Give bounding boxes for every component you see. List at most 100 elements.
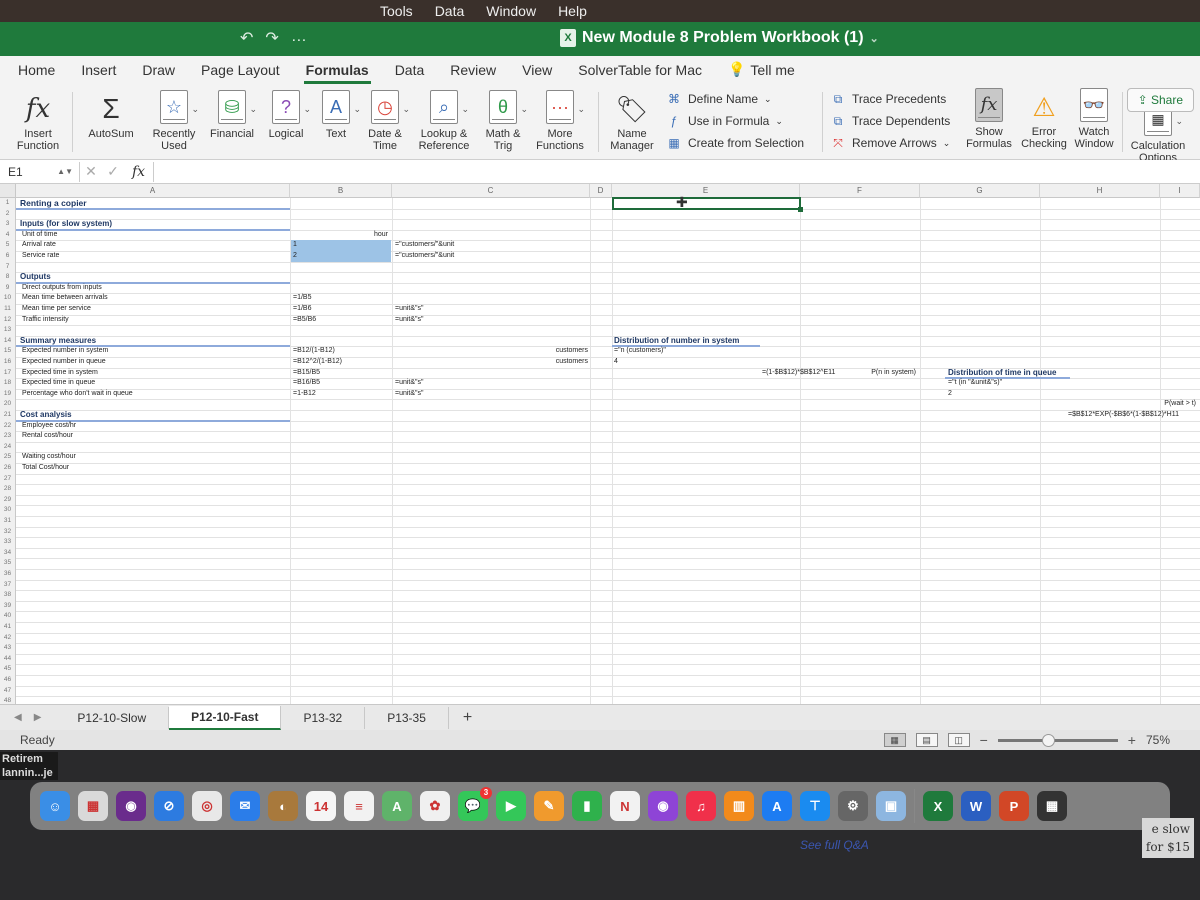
zoom-in-button[interactable]: + — [1128, 732, 1136, 748]
cell-b19[interactable]: =1-B12 — [293, 389, 316, 400]
menu-data[interactable]: Data — [435, 3, 465, 19]
fx-icon[interactable]: fx — [132, 164, 145, 180]
tab-home[interactable]: Home — [16, 58, 57, 84]
cell-c19[interactable]: =unit&"s" — [395, 389, 424, 400]
row-header-20[interactable]: 20 — [0, 399, 16, 410]
cell-a14[interactable]: Summary measures — [20, 336, 96, 347]
row-header-36[interactable]: 36 — [0, 569, 16, 580]
tab-data[interactable]: Data — [393, 58, 427, 84]
page-break-view-icon[interactable]: ◫ — [947, 733, 970, 747]
cell-h20[interactable]: P(wait > t) — [1080, 399, 1196, 410]
column-header-c[interactable]: C — [392, 184, 590, 198]
redo-icon[interactable]: ↷ — [265, 28, 278, 48]
dock-reminders-icon[interactable]: ≡ — [344, 791, 374, 821]
more-functions-button[interactable]: ··· ⌄ More Functions — [532, 90, 588, 152]
cell-a26[interactable]: Total Cost/hour — [22, 463, 69, 474]
row-header-47[interactable]: 47 — [0, 685, 16, 697]
date-time-button[interactable]: ◷ ⌄ Date & Time — [362, 90, 410, 152]
create-from-selection-button[interactable]: ▦ Create from Selection — [666, 136, 804, 150]
cell-a1[interactable]: Renting a copier — [20, 198, 87, 209]
tab-view[interactable]: View — [520, 58, 554, 84]
column-header-g[interactable]: G — [920, 184, 1040, 198]
cell-a17[interactable]: Expected time in system — [22, 368, 98, 379]
dock-app-store-icon[interactable]: A — [762, 791, 792, 821]
zoom-out-button[interactable]: − — [980, 732, 988, 748]
dock-keynote-icon[interactable]: ⊤ — [800, 791, 830, 821]
dock-messages-icon[interactable]: 💬 3 — [458, 787, 492, 821]
define-name-button[interactable]: ⌘ Define Name ⌄ — [666, 92, 772, 106]
row-header-37[interactable]: 37 — [0, 579, 16, 591]
row-header-44[interactable]: 44 — [0, 653, 16, 665]
cell-b16[interactable]: =B12^2/(1-B12) — [293, 357, 342, 368]
autosum-button[interactable]: Σ AutoSum — [84, 90, 138, 140]
row-header-7[interactable]: 7 — [0, 261, 16, 273]
row-header-25[interactable]: 25 — [0, 452, 16, 463]
row-header-38[interactable]: 38 — [0, 590, 16, 601]
row-header-15[interactable]: 15 — [0, 346, 16, 357]
text-button[interactable]: A ⌄ Text — [316, 90, 361, 140]
cell-b18[interactable]: =B16/B5 — [293, 378, 320, 389]
dock-excel-icon[interactable]: X — [923, 791, 953, 821]
logical-button[interactable]: ? ⌄ Logical — [262, 90, 311, 140]
cell-c6[interactable]: ="customers/"&unit — [395, 251, 454, 262]
cancel-entry-icon[interactable]: ✕ — [80, 163, 102, 180]
cell-a5[interactable]: Arrival rate — [22, 240, 56, 251]
dock-calculator-icon[interactable]: ▦ — [1037, 791, 1067, 821]
cell-c18[interactable]: =unit&"s" — [395, 378, 424, 389]
cell-b17[interactable]: =B15/B5 — [293, 368, 320, 379]
add-sheet-button[interactable]: + — [449, 707, 486, 729]
sheet-tab-p13-35[interactable]: P13-35 — [365, 706, 449, 729]
tab-draw[interactable]: Draw — [140, 58, 177, 84]
name-box[interactable]: E1 ▲▼ — [0, 161, 80, 182]
row-header-29[interactable]: 29 — [0, 494, 16, 506]
fill-handle[interactable] — [798, 206, 803, 212]
desktop-file-label[interactable]: Retirem lannin...je — [0, 752, 58, 780]
dock-books-icon[interactable]: ▥ — [724, 791, 754, 821]
cell-a16[interactable]: Expected number in queue — [22, 357, 106, 368]
recently-used-button[interactable]: ☆ ⌄ Recently Used — [146, 90, 202, 152]
cell-d16[interactable]: customers — [470, 357, 588, 368]
more-icon[interactable]: … — [291, 28, 307, 48]
sheet-tab-p13-32[interactable]: P13-32 — [281, 706, 366, 729]
sheet-tab-p12-10-slow[interactable]: P12-10-Slow — [55, 706, 170, 729]
worksheet-grid[interactable]: A B C D E F G H I 1 2 3 4 5 6 7 8 9 10 11 12 13 14 15 16 17 18 19 20… — [0, 184, 1200, 704]
cell-e14[interactable]: Distribution of number in system — [614, 336, 739, 347]
formula-input[interactable] — [153, 161, 1200, 182]
column-header-e[interactable]: E — [612, 184, 800, 198]
lookup-reference-button[interactable]: ⌕ ⌄ Lookup & Reference — [414, 90, 474, 152]
error-checking-button[interactable]: ⚠ Error Checking — [1020, 88, 1068, 150]
document-title[interactable]: X New Module 8 Problem Workbook (1) ⌄ — [560, 29, 879, 47]
dock-chrome-icon[interactable]: ◎ — [192, 791, 222, 821]
row-header-48[interactable]: 48 — [0, 696, 16, 704]
show-formulas-button[interactable]: fx Show Formulas — [962, 88, 1016, 150]
cell-a3[interactable]: Inputs (for slow system) — [20, 219, 112, 230]
dock-powerpoint-icon[interactable]: P — [999, 791, 1029, 821]
cell-a25[interactable]: Waiting cost/hour — [22, 452, 76, 463]
cell-a12[interactable]: Traffic intensity — [22, 315, 69, 326]
tab-review[interactable]: Review — [448, 58, 498, 84]
cell-g18[interactable]: ="t (in "&unit&"s)" — [948, 378, 1002, 389]
sheet-tab-p12-10-fast[interactable]: P12-10-Fast — [169, 705, 282, 730]
cell-a21[interactable]: Cost analysis — [20, 410, 72, 421]
column-header-h[interactable]: H — [1040, 184, 1160, 198]
share-button[interactable]: ⇪ Share — [1126, 88, 1194, 112]
prev-sheet-icon[interactable]: ◀ — [14, 712, 22, 723]
column-header-a[interactable]: A — [16, 184, 290, 198]
remove-arrows-button[interactable]: ⤧ Remove Arrows ⌄ — [830, 136, 950, 151]
row-header-46[interactable]: 46 — [0, 675, 16, 686]
dock-photos-icon[interactable]: ✿ — [420, 791, 450, 821]
row-header-28[interactable]: 28 — [0, 484, 16, 495]
dock-word-icon[interactable]: W — [961, 791, 991, 821]
cell-a4[interactable]: Unit of time — [22, 230, 57, 241]
row-header-31[interactable]: 31 — [0, 516, 16, 527]
dock-facetime-icon[interactable]: ▶ — [496, 791, 526, 821]
cell-f17b[interactable]: P(n in system) — [820, 368, 916, 379]
financial-button[interactable]: ⛁ ⌄ Financial — [206, 90, 258, 140]
row-header-45[interactable]: 45 — [0, 664, 16, 675]
dock-numbers-icon[interactable]: ▮ — [572, 791, 602, 821]
next-sheet-icon[interactable]: ▶ — [34, 712, 42, 723]
dock-news-icon[interactable]: N — [610, 791, 640, 821]
row-header-4[interactable]: 4 — [0, 229, 16, 241]
row-header-18[interactable]: 18 — [0, 378, 16, 389]
row-header-12[interactable]: 12 — [0, 314, 16, 326]
